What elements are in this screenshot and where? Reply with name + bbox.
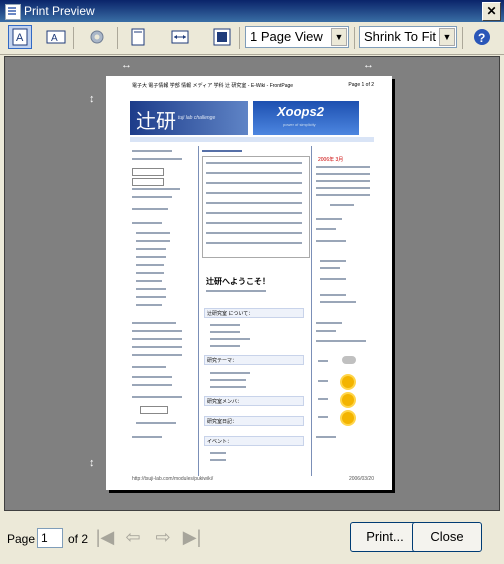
page-footer: http://tsuji-lab.com/modules/pukiwiki/ 2…: [132, 476, 374, 482]
page-header-left: 電子大 電子情報 学部 情報 メディア 学科 辻 研究室 - E-Wiki - …: [132, 83, 294, 89]
title-bar: Print Preview ✕: [0, 0, 504, 22]
section-title: イベント：: [207, 439, 233, 445]
section-title: 研究室日記：: [207, 419, 238, 425]
first-page-icon[interactable]: |◀: [94, 526, 116, 548]
section-box: 研究室メンバ：: [204, 396, 304, 406]
help-icon[interactable]: ?: [470, 25, 494, 49]
svg-text:A: A: [51, 33, 58, 44]
section-box: 研究テーマ：: [204, 355, 304, 365]
chevron-down-icon[interactable]: ▼: [331, 28, 347, 46]
right-margin-handle-icon[interactable]: ↔: [363, 59, 374, 71]
svg-text:A: A: [16, 32, 24, 44]
weather-cloud-icon: [342, 356, 356, 364]
weather-sun-icon: [342, 376, 354, 388]
scale-value: Shrink To Fit: [364, 29, 437, 44]
page-setup-icon[interactable]: [85, 25, 109, 49]
welcome-title: 辻研へようこそ！: [206, 277, 270, 286]
section-box: 辻研究室 について：: [204, 308, 304, 318]
view-mode-select[interactable]: 1 Page View ▼: [245, 26, 349, 48]
section-title: 辻研究室 について：: [207, 311, 254, 317]
preview-page: 電子大 電子情報 学部 情報 メディア 学科 辻 研究室 - E-Wiki - …: [106, 76, 392, 490]
section-title: 研究室メンバ：: [207, 399, 243, 405]
print-preview-window: Print Preview ✕ A A 1 Page View ▼ Shrink…: [0, 0, 504, 564]
banner-right-logo: Xoops2: [277, 104, 324, 119]
site-banner-right: Xoops2 power of simplicity: [253, 101, 359, 135]
chevron-down-icon[interactable]: ▼: [439, 28, 455, 46]
next-page-icon[interactable]: ⇨: [152, 526, 174, 548]
svg-text:?: ?: [478, 31, 485, 45]
portrait-icon[interactable]: A: [8, 25, 32, 49]
top-margin-handle-icon[interactable]: ↕: [89, 93, 95, 105]
page-header-right: Page 1 of 2: [348, 82, 374, 88]
page-number-input[interactable]: 1: [37, 528, 63, 548]
weather-sun-icon: [342, 412, 354, 424]
section-title: 研究テーマ：: [207, 358, 238, 364]
page-footer-right: 2006/03/20: [348, 476, 374, 482]
section-box: イベント：: [204, 436, 304, 446]
fit-width-icon[interactable]: [168, 25, 192, 49]
banner-right-sub: power of simplicity: [283, 122, 316, 127]
print-button[interactable]: Print...: [350, 522, 420, 552]
fit-height-icon[interactable]: [210, 25, 234, 49]
previous-page-icon[interactable]: ⇦: [122, 526, 144, 548]
banner-left-sub: tuji lab challenge: [178, 115, 216, 121]
banner-left-text: 辻研: [136, 109, 176, 133]
print-preview-icon: [5, 4, 21, 20]
site-nav-strip: [130, 137, 374, 142]
landscape-icon[interactable]: A: [44, 25, 68, 49]
scale-select[interactable]: Shrink To Fit ▼: [359, 26, 457, 48]
bottom-bar: Page 1 of 2 |◀ ⇦ ⇨ ▶| Print... Close: [0, 513, 504, 564]
window-close-button[interactable]: ✕: [482, 2, 501, 21]
page-count-label: of 2: [68, 532, 89, 546]
bottom-margin-handle-icon[interactable]: ↕: [89, 457, 95, 469]
site-banner-left: 辻研 tuji lab challenge: [130, 101, 248, 135]
section-box: 研究室日記：: [204, 416, 304, 426]
toolbar: A A 1 Page View ▼ Shrink To Fit ▼ ?: [0, 22, 504, 55]
page-footer-left: http://tsuji-lab.com/modules/pukiwiki/: [132, 476, 214, 482]
full-page-icon[interactable]: [126, 25, 150, 49]
last-page-icon[interactable]: ▶|: [181, 526, 203, 548]
left-margin-handle-icon[interactable]: ↔: [121, 59, 132, 71]
page-label: Page: [7, 532, 36, 546]
page-header: 電子大 電子情報 学部 情報 メディア 学科 辻 研究室 - E-Wiki - …: [132, 82, 374, 89]
window-title: Print Preview: [24, 4, 95, 18]
view-mode-value: 1 Page View: [250, 29, 323, 44]
calendar-title: 2006年 3月: [318, 157, 344, 163]
close-button[interactable]: Close: [412, 522, 482, 552]
weather-sun-icon: [342, 394, 354, 406]
